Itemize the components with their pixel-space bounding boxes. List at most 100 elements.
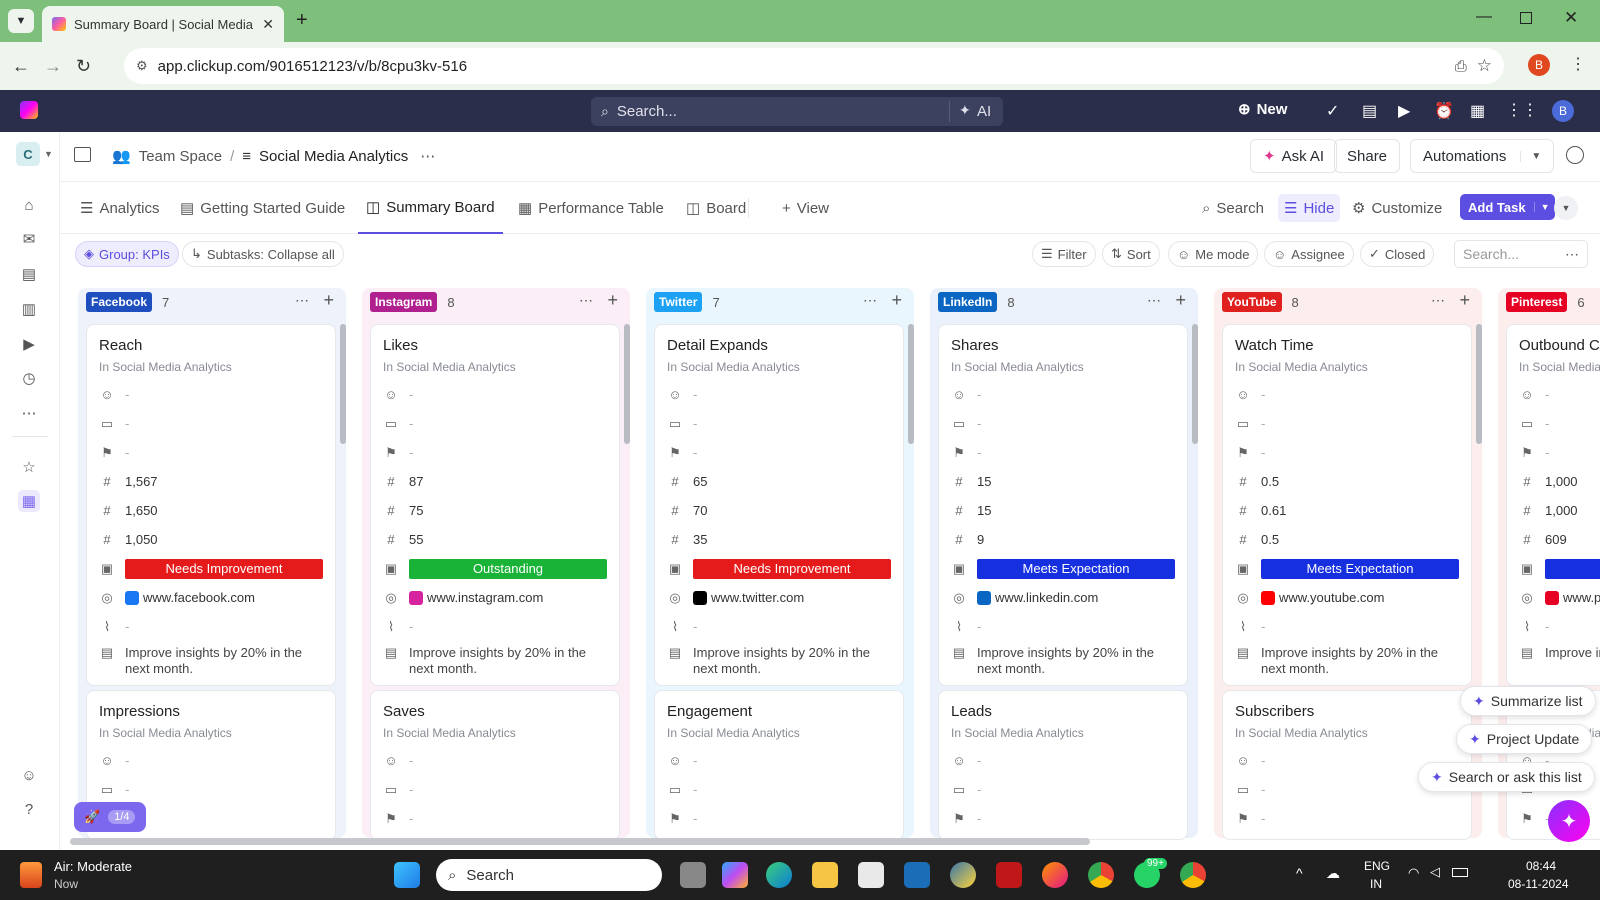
attachment-field[interactable]: ⌇ - bbox=[951, 612, 1175, 641]
number-field-1[interactable]: #87 bbox=[383, 467, 607, 496]
new-tab-icon[interactable]: + bbox=[296, 9, 308, 32]
due-date-field[interactable]: ▭- bbox=[667, 409, 891, 438]
column-scrollbar[interactable] bbox=[340, 324, 346, 444]
due-date-field[interactable]: ▭- bbox=[1519, 409, 1600, 438]
column-scrollbar[interactable] bbox=[1192, 324, 1198, 444]
me-mode-chip[interactable]: ☺ Me mode bbox=[1168, 241, 1259, 267]
priority-field[interactable]: ⚑- bbox=[1235, 438, 1459, 467]
profile-avatar[interactable]: B bbox=[1528, 54, 1550, 76]
task-title[interactable]: Shares bbox=[951, 337, 1175, 354]
due-date-field[interactable]: ▭- bbox=[951, 409, 1175, 438]
share-button[interactable]: Share bbox=[1334, 139, 1401, 173]
chat-icon[interactable] bbox=[1566, 146, 1584, 164]
assignee-field[interactable]: ☺ - bbox=[667, 380, 891, 409]
alarm-icon[interactable]: ⏰ bbox=[1434, 101, 1454, 121]
task-title[interactable]: Likes bbox=[383, 337, 607, 354]
project-update-button[interactable]: ✦ Project Update bbox=[1456, 724, 1593, 754]
status-field[interactable]: ▣ Me bbox=[1519, 554, 1600, 583]
number-field-2[interactable]: #0.61 bbox=[1235, 496, 1459, 525]
assignee-field[interactable]: ☺ - bbox=[1235, 380, 1459, 409]
tray-chevron-icon[interactable]: ^ bbox=[1296, 865, 1303, 881]
column-scrollbar[interactable] bbox=[908, 324, 914, 444]
closed-chip[interactable]: ✓ Closed bbox=[1360, 241, 1435, 267]
priority-field[interactable]: ⚑- bbox=[383, 438, 607, 467]
column-add-icon[interactable]: + bbox=[1175, 290, 1186, 311]
spaces-grid-icon[interactable]: ▦ bbox=[18, 490, 40, 512]
firefox-icon[interactable] bbox=[1042, 862, 1068, 888]
assignee-field[interactable]: ☺ - bbox=[667, 746, 891, 775]
restore-icon[interactable] bbox=[1520, 12, 1532, 24]
column-badge[interactable]: Pinterest bbox=[1506, 292, 1568, 312]
status-field[interactable]: ▣ Meets Expectation bbox=[1235, 554, 1459, 583]
breadcrumb-space[interactable]: Team Space bbox=[139, 148, 222, 165]
column-more-icon[interactable]: ⋯ bbox=[863, 292, 878, 309]
number-field-2[interactable]: #70 bbox=[667, 496, 891, 525]
favorites-star-icon[interactable]: ☆ bbox=[18, 456, 40, 478]
column-more-icon[interactable]: ⋯ bbox=[579, 292, 594, 309]
number-field-3[interactable]: #609 bbox=[1519, 525, 1600, 554]
status-badge[interactable]: Needs Improvement bbox=[693, 558, 891, 579]
taskbar-search[interactable]: ⌕ Search bbox=[436, 859, 662, 891]
dashboards-icon[interactable]: ▥ bbox=[18, 298, 40, 320]
column-badge[interactable]: LinkedIn bbox=[938, 292, 998, 312]
add-view-button[interactable]: + View bbox=[782, 182, 829, 234]
group-by-chip[interactable]: ◈ Group: KPIs bbox=[75, 241, 179, 267]
website-link[interactable]: www.twitter.com bbox=[711, 590, 804, 605]
horizontal-scrollbar[interactable] bbox=[70, 838, 1090, 845]
number-field-3[interactable]: #9 bbox=[951, 525, 1175, 554]
task-title[interactable]: Leads bbox=[951, 703, 1175, 720]
website-link[interactable]: www.linkedin.com bbox=[995, 590, 1098, 605]
notepad-icon[interactable]: ▤ bbox=[1362, 101, 1377, 121]
lang-eng[interactable]: ENG bbox=[1364, 859, 1390, 873]
chrome-icon[interactable] bbox=[1088, 862, 1114, 888]
description-field[interactable]: ▤ Improve insights by 20% in the next mon… bbox=[667, 641, 891, 679]
status-badge[interactable]: Needs Improvement bbox=[125, 558, 323, 579]
description-field[interactable]: ▤ Improve insights by 20% in the next mon… bbox=[951, 641, 1175, 679]
ask-ai-button[interactable]: ✦ Ask AI bbox=[1250, 139, 1338, 173]
tab-search-button[interactable]: ▼ bbox=[8, 9, 34, 33]
tab-close-icon[interactable]: ✕ bbox=[262, 16, 274, 33]
status-badge[interactable]: Meets Expectation bbox=[1261, 558, 1459, 579]
summarize-list-button[interactable]: ✦ Summarize list bbox=[1460, 686, 1596, 716]
workspace-switcher[interactable]: C ▼ bbox=[16, 142, 53, 166]
website-field[interactable]: ◎ www.twitter.com bbox=[667, 583, 891, 612]
task-title[interactable]: Engagement bbox=[667, 703, 891, 720]
number-field-1[interactable]: #0.5 bbox=[1235, 467, 1459, 496]
breadcrumb-list[interactable]: Social Media Analytics bbox=[259, 148, 408, 165]
column-more-icon[interactable]: ⋯ bbox=[1147, 292, 1162, 309]
wifi-icon[interactable]: ◠ bbox=[1408, 865, 1419, 881]
onedrive-icon[interactable]: ☁ bbox=[1326, 865, 1340, 882]
ai-button[interactable]: AI bbox=[977, 103, 991, 120]
due-date-field[interactable]: ▭- bbox=[99, 775, 323, 804]
due-date-field[interactable]: ▭- bbox=[99, 409, 323, 438]
priority-field[interactable]: ⚑- bbox=[1519, 438, 1600, 467]
file-explorer-icon[interactable] bbox=[812, 862, 838, 888]
add-task-button[interactable]: Add Task ▼ bbox=[1460, 194, 1556, 220]
column-badge[interactable]: Twitter bbox=[654, 292, 703, 312]
task-title[interactable]: Saves bbox=[383, 703, 607, 720]
weather-title[interactable]: Air: Moderate bbox=[54, 859, 132, 874]
task-card[interactable]: Detail Expands In Social Media Analytics… bbox=[654, 324, 904, 686]
tab-getting-started-guide[interactable]: ▤ Getting Started Guide bbox=[180, 182, 345, 234]
edge-icon[interactable] bbox=[766, 862, 792, 888]
collapse-chevron-icon[interactable]: ▼ bbox=[1554, 196, 1578, 220]
assignee-field[interactable]: ☺ - bbox=[1519, 380, 1600, 409]
status-field[interactable]: ▣ Meets Expectation bbox=[951, 554, 1175, 583]
status-badge[interactable]: Outstanding bbox=[409, 558, 607, 579]
task-title[interactable]: Subscribers bbox=[1235, 703, 1459, 720]
column-scrollbar[interactable] bbox=[624, 324, 630, 444]
website-field[interactable]: ◎ www.pin bbox=[1519, 583, 1600, 612]
automations-button[interactable]: Automations ▼ bbox=[1410, 139, 1555, 173]
website-field[interactable]: ◎ www.instagram.com bbox=[383, 583, 607, 612]
onboarding-progress-button[interactable]: 🚀 1/4 bbox=[74, 802, 146, 832]
sort-chip[interactable]: ⇅ Sort bbox=[1102, 241, 1160, 267]
clips-icon[interactable]: ▶ bbox=[18, 333, 40, 355]
website-link[interactable]: www.instagram.com bbox=[427, 590, 543, 605]
column-add-icon[interactable]: + bbox=[891, 290, 902, 311]
address-bar[interactable]: ⚙ app.clickup.com/9016512123/v/b/8cpu3kv… bbox=[124, 48, 1504, 84]
task-title[interactable]: Watch Time bbox=[1235, 337, 1459, 354]
website-link[interactable]: www.pin bbox=[1563, 590, 1600, 605]
number-field-2[interactable]: #75 bbox=[383, 496, 607, 525]
due-date-field[interactable]: ▭- bbox=[1235, 409, 1459, 438]
hide-button[interactable]: ☰ Hide bbox=[1278, 194, 1341, 222]
